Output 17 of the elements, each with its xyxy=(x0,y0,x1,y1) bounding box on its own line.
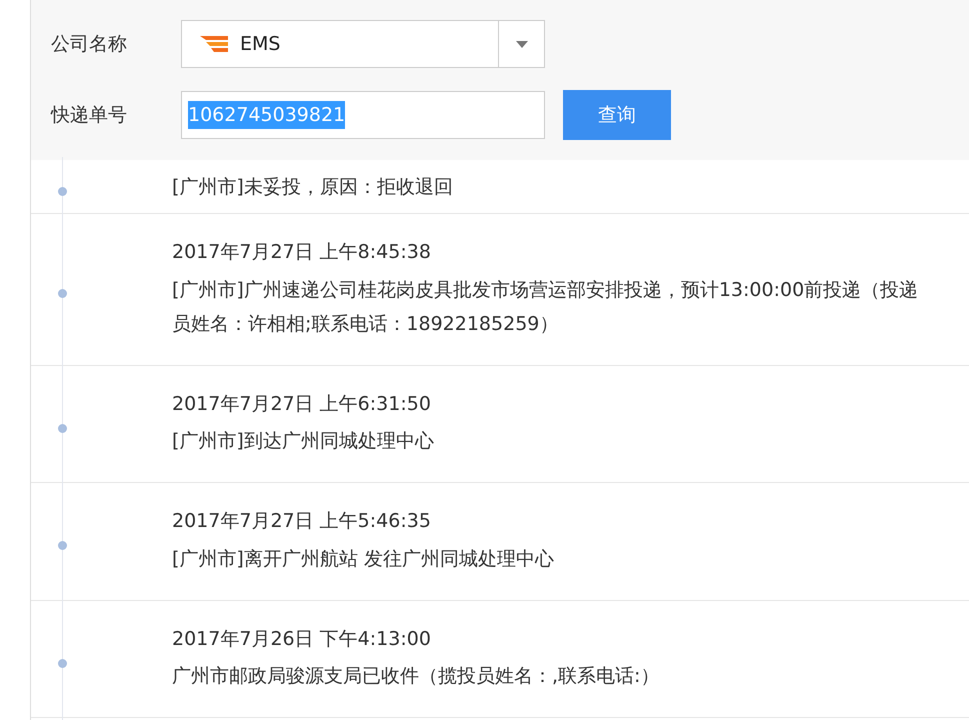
company-select[interactable]: EMS xyxy=(181,20,545,68)
record-time: 2017年7月27日 上午5:46:35 xyxy=(172,509,432,534)
record-time: 2017年7月26日 下午4:13:00 xyxy=(172,626,432,652)
tracking-number-label: 快递单号 xyxy=(51,102,128,128)
record-message: [广州市]到达广州同城处理中心 xyxy=(172,429,434,454)
record-time: 2017年7月27日 上午8:45:38 xyxy=(172,240,432,265)
record-message: 广州市邮政局骏源支局已收件（揽投员姓名：,联系电话:） xyxy=(172,664,660,689)
caret-icon xyxy=(516,40,528,48)
wings-logo-icon xyxy=(198,34,230,54)
record-message: [广州市]离开广州航站 发往广州同城处理中心 xyxy=(172,546,554,572)
record-message: [广州市]广州速递公司桂花岗皮具批发市场营运部安排投递，预计13:00:00前投递（投递员姓名：许相相;联系电话：18922185259） xyxy=(172,278,920,336)
tracking-number-field[interactable]: 1062745039821 xyxy=(181,91,545,139)
company-value: EMS xyxy=(240,32,282,57)
company-label: 公司名称 xyxy=(51,32,128,57)
record-time: 2017年7月27日 上午6:31:50 xyxy=(172,392,432,416)
query-button[interactable]: 查询 xyxy=(563,90,671,140)
record-message: [广州市]未妥投，原因：拒收退回 xyxy=(172,174,453,200)
